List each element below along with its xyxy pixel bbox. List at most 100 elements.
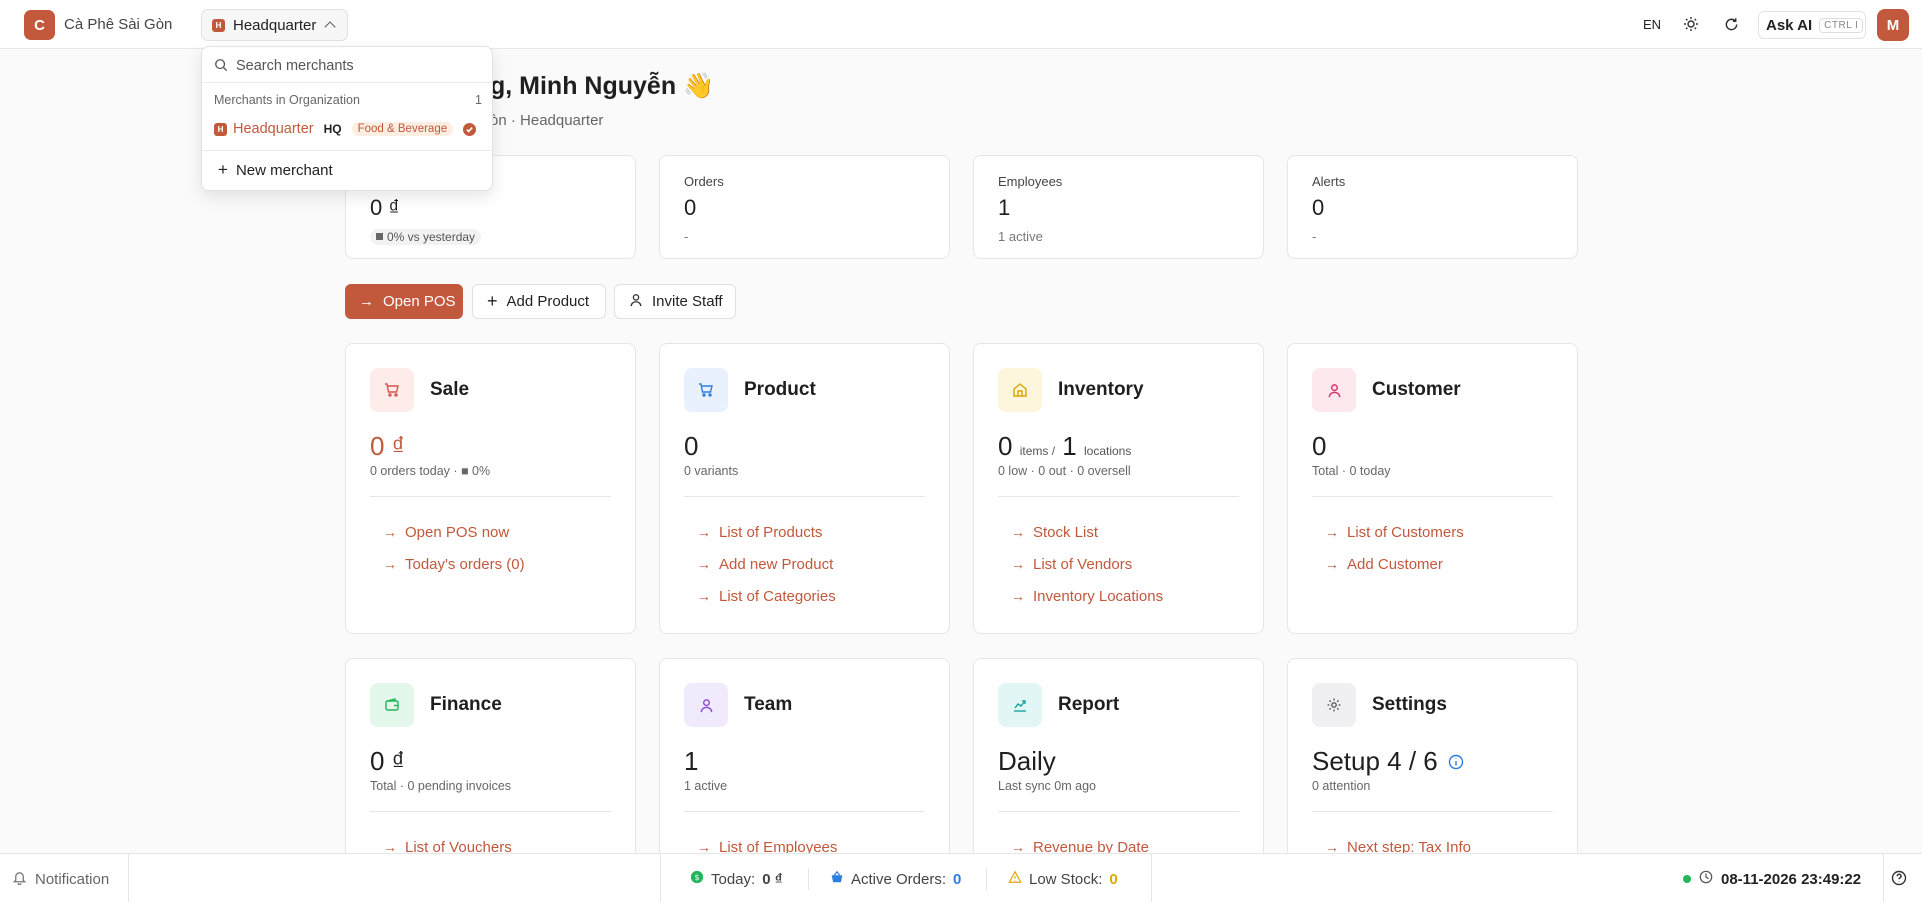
divider: [998, 811, 1239, 812]
arrow-right-icon: →: [1011, 588, 1025, 604]
divider: [370, 811, 611, 812]
module-card-sale: Sale 0 ₫ 0 orders today · ■ 0% → Open POS…: [345, 343, 636, 634]
user-icon: [684, 683, 728, 727]
add-product-button[interactable]: + Add Product: [472, 284, 606, 319]
module-metric: 0: [684, 431, 699, 461]
stat-card-orders: Orders 0 -: [659, 155, 950, 259]
module-sub: 0 low · 0 out · 0 oversell: [998, 464, 1131, 478]
module-sub: 0 orders today · ■ 0%: [370, 464, 491, 478]
plus-icon: +: [218, 160, 228, 179]
divider: [370, 496, 611, 497]
stat-label: Orders: [684, 174, 724, 189]
divider: [202, 82, 492, 83]
warehouse-icon: [998, 368, 1042, 412]
money-icon: $: [690, 870, 704, 888]
bell-icon: [12, 870, 27, 889]
stat-label: Employees: [998, 174, 1063, 189]
notification-button[interactable]: Notification: [12, 870, 109, 889]
chart-icon: [998, 683, 1042, 727]
divider: [1151, 854, 1152, 902]
org-logo[interactable]: C: [24, 10, 55, 40]
link-list-of-categories[interactable]: → List of Categories: [697, 580, 836, 612]
module-metric: 0: [1312, 431, 1327, 461]
module-sub: Total · 0 pending invoices: [370, 779, 512, 793]
user-icon: [629, 293, 643, 311]
arrow-right-icon: →: [1325, 556, 1339, 572]
link-stock-list[interactable]: → Stock List: [1011, 516, 1163, 548]
module-metric: 0 ₫: [370, 746, 406, 776]
refresh-icon[interactable]: [1721, 14, 1741, 34]
wallet-icon: [370, 683, 414, 727]
stat-label: Alerts: [1312, 174, 1346, 189]
module-sub: 0 variants: [684, 464, 739, 478]
divider: [998, 496, 1239, 497]
org-name[interactable]: Cà Phê Sài Gòn: [64, 16, 172, 33]
stat-value: 0: [1312, 195, 1325, 220]
status-bar: Notification $ Today: 0 ₫ Active Orders:…: [0, 853, 1922, 902]
module-metric: 1: [684, 746, 699, 776]
module-sub: Last sync 0m ago: [998, 779, 1096, 793]
stat-sub: -: [1312, 229, 1317, 244]
invite-staff-label: Invite Staff: [652, 293, 723, 310]
low-stock-value: 0: [1109, 870, 1118, 888]
clock: 08-11-2026 23:49:22: [1683, 870, 1861, 888]
user-avatar[interactable]: M: [1877, 9, 1909, 41]
arrow-right-icon: →: [697, 524, 711, 540]
link-todays-orders[interactable]: → Today's orders (0): [383, 548, 525, 580]
module-title: Team: [744, 694, 793, 715]
arrow-right-icon: →: [1011, 524, 1025, 540]
module-metric: Setup 4 / 6: [1312, 746, 1464, 777]
new-merchant-button[interactable]: + New merchant: [218, 160, 333, 180]
theme-toggle-icon[interactable]: [1681, 14, 1701, 34]
merchant-selector-label: Headquarter: [233, 16, 317, 34]
module-title: Inventory: [1058, 379, 1144, 400]
today-value: 0 ₫: [762, 870, 783, 888]
open-pos-label: Open POS: [383, 293, 456, 310]
online-status-dot: [1683, 875, 1691, 883]
divider: [128, 854, 129, 902]
module-title: Customer: [1372, 379, 1461, 400]
check-icon: [463, 122, 477, 136]
invite-staff-button[interactable]: Invite Staff: [614, 284, 736, 319]
divider: [202, 150, 492, 151]
gear-icon: [1312, 683, 1356, 727]
arrow-right-icon: →: [359, 293, 374, 310]
divider: [1312, 496, 1553, 497]
info-icon[interactable]: [1448, 746, 1464, 777]
link-list-of-vendors[interactable]: → List of Vendors: [1011, 548, 1163, 580]
merchant-search-input[interactable]: [236, 58, 476, 74]
warning-icon: [1008, 870, 1022, 888]
ask-ai-label: Ask AI: [1766, 16, 1813, 34]
arrow-right-icon: →: [1325, 524, 1339, 540]
module-card-product: Product 0 0 variants → List of Products →…: [659, 343, 950, 634]
link-list-of-customers[interactable]: → List of Customers: [1325, 516, 1464, 548]
link-open-pos-now[interactable]: → Open POS now: [383, 516, 525, 548]
link-list-of-products[interactable]: → List of Products: [697, 516, 836, 548]
merchant-option-headquarter[interactable]: H Headquarter HQ Food & Beverage: [214, 121, 484, 137]
ask-ai-shortcut: CTRL I: [1819, 17, 1864, 33]
module-metric: Daily: [998, 746, 1056, 776]
add-product-label: Add Product: [506, 293, 590, 310]
open-pos-button[interactable]: → Open POS: [345, 284, 463, 319]
stat-sub: 1 active: [998, 229, 1043, 244]
merchant-badge: H: [212, 18, 225, 32]
link-inventory-locations[interactable]: → Inventory Locations: [1011, 580, 1163, 612]
divider: [986, 868, 987, 890]
divider: [684, 811, 925, 812]
datetime: 08-11-2026 23:49:22: [1721, 870, 1862, 888]
divider: [660, 854, 661, 902]
ask-ai-button[interactable]: Ask AI CTRL I: [1758, 11, 1866, 39]
help-icon[interactable]: [1891, 870, 1907, 889]
merchant-section-header: Merchants in Organization 1: [214, 93, 482, 107]
link-add-new-product[interactable]: → Add new Product: [697, 548, 836, 580]
language-switch[interactable]: EN: [1643, 17, 1661, 32]
search-icon: [214, 58, 228, 75]
module-card-inventory: Inventory 0 items / 1 locations 0 low · …: [973, 343, 1264, 634]
link-add-customer[interactable]: → Add Customer: [1325, 548, 1464, 580]
active-orders-value: 0: [953, 870, 962, 888]
stat-card-alerts: Alerts 0 -: [1287, 155, 1578, 259]
merchant-option-code: HQ: [323, 122, 342, 136]
merchant-selector-button[interactable]: H Headquarter: [201, 9, 348, 41]
stat-value: 1: [998, 195, 1011, 220]
module-card-customer: Customer 0 Total · 0 today → List of Cust…: [1287, 343, 1578, 634]
